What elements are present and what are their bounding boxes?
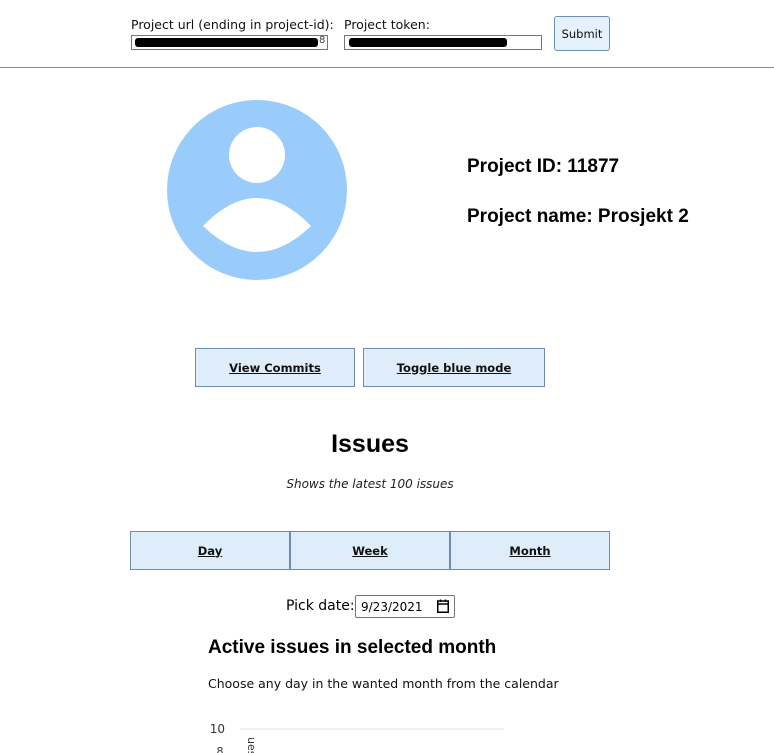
calendar-icon[interactable]	[437, 599, 449, 613]
project-url-visible-text: 8	[319, 35, 326, 46]
project-url-label: Project url (ending in project-id):	[131, 17, 334, 32]
y-tick-label-cut: 8	[217, 745, 224, 753]
project-token-input[interactable]	[344, 35, 542, 50]
active-issues-title: Active issues in selected month	[208, 637, 497, 658]
date-value: 9/23/2021	[361, 599, 423, 614]
redacted-token	[349, 38, 507, 47]
avatar-head-icon	[229, 127, 285, 183]
date-input[interactable]: 9/23/2021	[355, 595, 455, 618]
y-axis-label: ues	[245, 737, 258, 753]
project-name: Project name: Prosjekt 2	[467, 206, 689, 227]
y-tick-label-10: 10	[210, 722, 225, 736]
project-form-bar: Project url (ending in project-id): 8 Pr…	[0, 0, 774, 68]
project-token-label: Project token:	[344, 17, 430, 32]
view-commits-button[interactable]: View Commits	[195, 348, 355, 387]
avatar	[167, 100, 347, 280]
active-issues-chart: 10 ues 8	[200, 715, 520, 753]
submit-button[interactable]: Submit	[554, 16, 610, 51]
active-issues-description: Choose any day in the wanted month from …	[208, 676, 559, 691]
pick-date-label: Pick date:	[286, 598, 355, 614]
issues-title: Issues	[331, 430, 409, 458]
issues-subtitle: Shows the latest 100 issues	[286, 477, 454, 491]
tab-week[interactable]: Week	[290, 531, 450, 570]
chart-svg: 10 ues 8	[210, 722, 504, 753]
redacted-url	[135, 38, 318, 47]
tab-month[interactable]: Month	[450, 531, 610, 570]
project-url-input[interactable]: 8	[131, 35, 328, 50]
tab-day[interactable]: Day	[130, 531, 290, 570]
project-id: Project ID: 11877	[467, 156, 620, 177]
toggle-blue-mode-button[interactable]: Toggle blue mode	[363, 348, 545, 387]
